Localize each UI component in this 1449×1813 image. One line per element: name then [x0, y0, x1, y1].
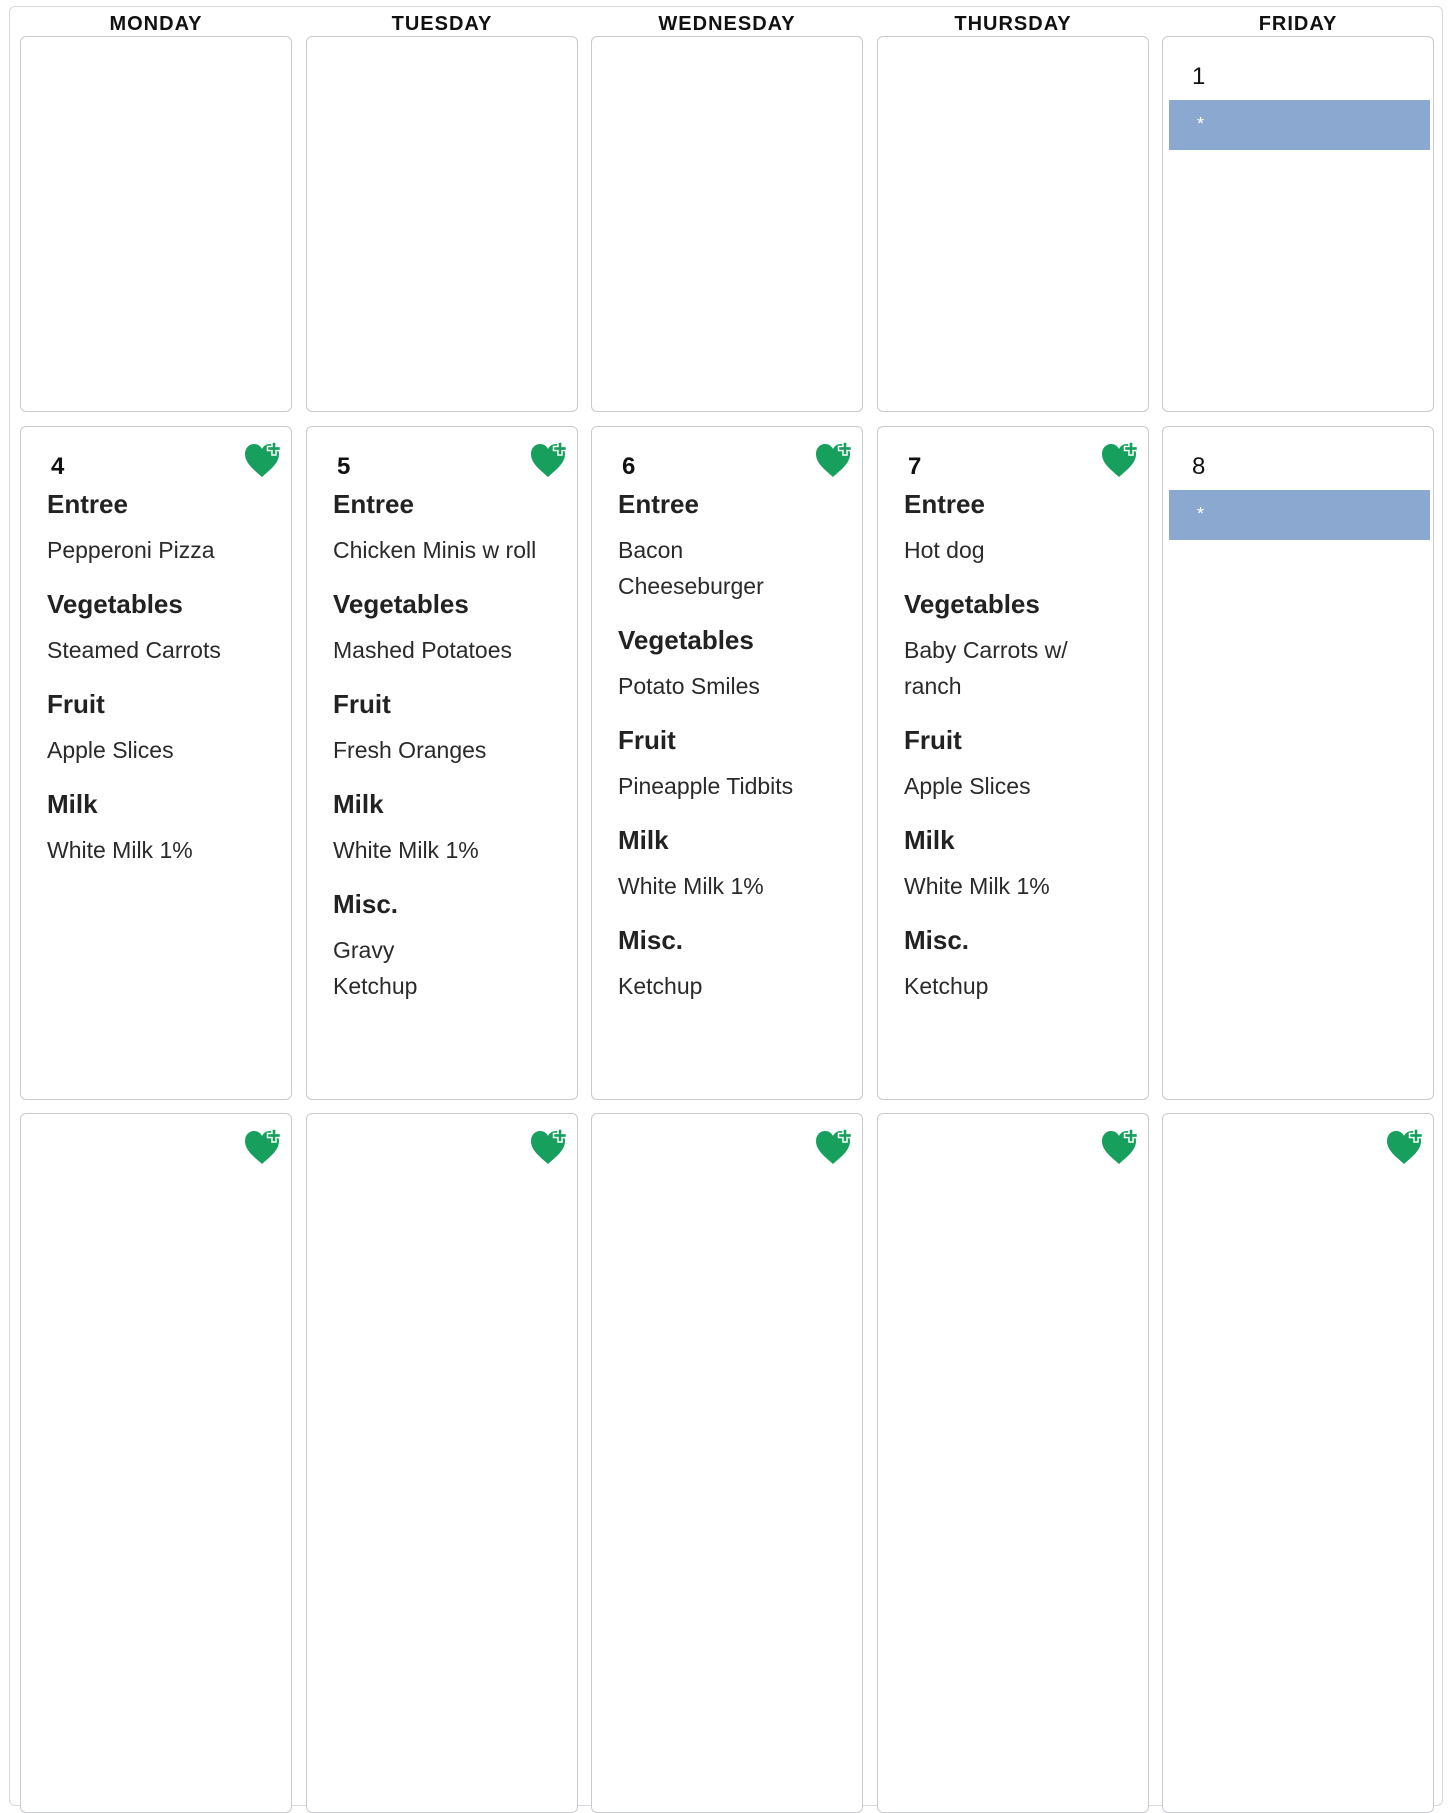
- menu-item[interactable]: Ketchup: [618, 968, 844, 1004]
- menu-list: Entree Bacon Cheeseburger Vegetables Pot…: [618, 488, 844, 1024]
- menu-item[interactable]: Apple Slices: [47, 732, 273, 768]
- category-heading: Fruit: [333, 689, 391, 719]
- heart-plus-icon[interactable]: [1100, 1128, 1142, 1166]
- menu-item[interactable]: White Milk 1%: [333, 832, 559, 868]
- category-heading: Misc.: [333, 889, 399, 919]
- weekday-header-tuesday: TUESDAY: [391, 13, 493, 35]
- menu-item-line: Bacon: [618, 537, 684, 563]
- menu-item[interactable]: Gravy Ketchup: [333, 932, 559, 1004]
- menu-item[interactable]: White Milk 1%: [904, 868, 1130, 904]
- category-heading: Milk: [47, 789, 98, 819]
- menu-item[interactable]: Pepperoni Pizza: [47, 532, 273, 568]
- day-number: 6: [622, 453, 636, 480]
- heart-plus-icon[interactable]: [1100, 441, 1142, 479]
- menu-item[interactable]: Ketchup: [904, 968, 1130, 1004]
- day-number: 8: [1192, 453, 1206, 480]
- day-cell-empty[interactable]: [1162, 1113, 1434, 1813]
- category-heading: Vegetables: [904, 589, 1040, 619]
- menu-item[interactable]: Bacon Cheeseburger: [618, 532, 844, 604]
- menu-item[interactable]: Baby Carrots w/ ranch: [904, 632, 1130, 704]
- menu-list: Entree Chicken Minis w roll Vegetables M…: [333, 488, 559, 1024]
- menu-item[interactable]: Potato Smiles: [618, 668, 844, 704]
- category-heading: Vegetables: [333, 589, 469, 619]
- day-number: 4: [51, 453, 65, 480]
- weekday-header-friday: FRIDAY: [1258, 13, 1338, 35]
- day-number: 7: [908, 453, 922, 480]
- day-cell-tuesday-5[interactable]: 5 Entree Chicken Minis w roll Vegetables…: [306, 426, 578, 1100]
- category-heading: Fruit: [618, 725, 676, 755]
- menu-item-line: Cheeseburger: [618, 573, 764, 599]
- category-heading: Milk: [904, 825, 955, 855]
- heart-plus-icon[interactable]: [243, 441, 285, 479]
- category-heading: Milk: [333, 789, 384, 819]
- heart-plus-icon[interactable]: [814, 441, 856, 479]
- menu-item-line: ranch: [904, 673, 962, 699]
- category-heading: Entree: [47, 489, 128, 519]
- category-heading: Milk: [618, 825, 669, 855]
- day-cell-empty[interactable]: [306, 1113, 578, 1813]
- day-cell-friday-1[interactable]: 1 *: [1162, 36, 1434, 412]
- weekday-header-monday: MONDAY: [109, 13, 203, 35]
- category-heading: Entree: [333, 489, 414, 519]
- menu-list: Entree Pepperoni Pizza Vegetables Steame…: [47, 488, 273, 888]
- menu-item-line: Ketchup: [333, 973, 418, 999]
- day-cell-empty: [591, 36, 863, 412]
- menu-item[interactable]: White Milk 1%: [47, 832, 273, 868]
- menu-item[interactable]: White Milk 1%: [618, 868, 844, 904]
- day-cell-thursday-7[interactable]: 7 Entree Hot dog Vegetables Baby Carrots…: [877, 426, 1149, 1100]
- heart-plus-icon[interactable]: [814, 1128, 856, 1166]
- category-heading: Misc.: [618, 925, 684, 955]
- day-cell-friday-8[interactable]: 8 *: [1162, 426, 1434, 1100]
- menu-item[interactable]: Mashed Potatoes: [333, 632, 559, 668]
- menu-list: Entree Hot dog Vegetables Baby Carrots w…: [904, 488, 1130, 1024]
- day-cell-empty: [20, 36, 292, 412]
- menu-item[interactable]: Hot dog: [904, 532, 1130, 568]
- day-number: 1: [1192, 63, 1206, 90]
- day-note-bar: *: [1169, 490, 1430, 540]
- heart-plus-icon[interactable]: [243, 1128, 285, 1166]
- menu-item[interactable]: Steamed Carrots: [47, 632, 273, 668]
- heart-plus-icon[interactable]: [1385, 1128, 1427, 1166]
- menu-item-line: Gravy: [333, 937, 395, 963]
- day-cell-empty[interactable]: [877, 1113, 1149, 1813]
- category-heading: Vegetables: [47, 589, 183, 619]
- menu-item-line: Baby Carrots w/: [904, 637, 1068, 663]
- day-cell-empty[interactable]: [591, 1113, 863, 1813]
- heart-plus-icon[interactable]: [529, 1128, 571, 1166]
- category-heading: Entree: [904, 489, 985, 519]
- day-cell-empty[interactable]: [20, 1113, 292, 1813]
- day-cell-wednesday-6[interactable]: 6 Entree Bacon Cheeseburger Vegetables P…: [591, 426, 863, 1100]
- menu-item[interactable]: Fresh Oranges: [333, 732, 559, 768]
- category-heading: Fruit: [904, 725, 962, 755]
- category-heading: Vegetables: [618, 625, 754, 655]
- heart-plus-icon[interactable]: [529, 441, 571, 479]
- category-heading: Fruit: [47, 689, 105, 719]
- category-heading: Entree: [618, 489, 699, 519]
- day-number: 5: [337, 453, 351, 480]
- weekday-header-thursday: THURSDAY: [954, 13, 1072, 35]
- weekday-header-wednesday: WEDNESDAY: [658, 13, 796, 35]
- day-cell-monday-4[interactable]: 4 Entree Pepperoni Pizza Vegetables Stea…: [20, 426, 292, 1100]
- menu-item[interactable]: Chicken Minis w roll: [333, 532, 559, 568]
- category-heading: Misc.: [904, 925, 970, 955]
- menu-item[interactable]: Apple Slices: [904, 768, 1130, 804]
- day-cell-empty: [306, 36, 578, 412]
- day-cell-empty: [877, 36, 1149, 412]
- menu-item[interactable]: Pineapple Tidbits: [618, 768, 844, 804]
- day-note-bar: *: [1169, 100, 1430, 150]
